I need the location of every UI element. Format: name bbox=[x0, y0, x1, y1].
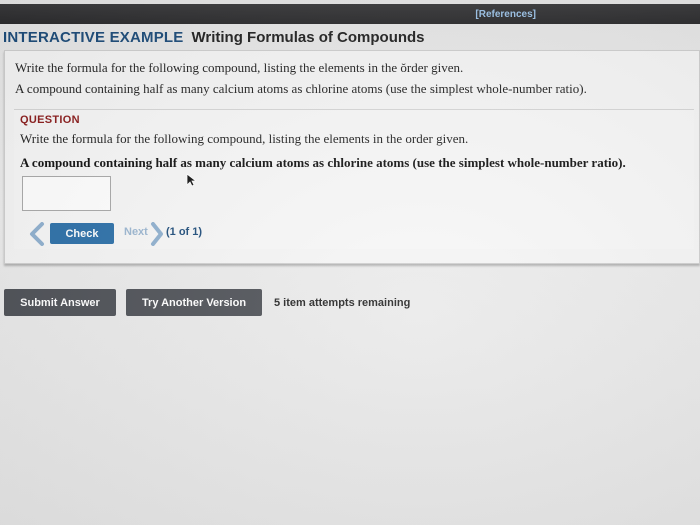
check-button[interactable]: Check bbox=[50, 223, 114, 244]
next-arrow-icon[interactable] bbox=[150, 222, 164, 246]
next-link[interactable]: Next bbox=[124, 226, 148, 238]
previous-arrow-icon[interactable] bbox=[28, 222, 46, 246]
question-panel: QUESTION Write the formula for the follo… bbox=[14, 109, 694, 249]
submit-answer-button[interactable]: Submit Answer bbox=[4, 289, 116, 316]
step-counter: (1 of 1) bbox=[166, 226, 203, 238]
page-title: INTERACTIVE EXAMPLE Writing Formulas of … bbox=[3, 26, 425, 48]
question-text: Write the formula for the following comp… bbox=[20, 131, 469, 146]
title-text: Writing Formulas of Compounds bbox=[191, 28, 425, 46]
intro-compound: A compound containing half as many calci… bbox=[15, 81, 587, 96]
title-prefix: INTERACTIVE EXAMPLE bbox=[3, 28, 184, 46]
attempts-remaining: 5 item attempts remaining bbox=[274, 297, 411, 309]
try-another-version-button[interactable]: Try Another Version bbox=[126, 289, 262, 316]
question-compound-text: A compound containing half as many calci… bbox=[20, 155, 626, 170]
mouse-cursor-icon bbox=[186, 173, 198, 187]
top-bar: [References] bbox=[0, 4, 700, 24]
intro-instruction: Write the formula for the following comp… bbox=[15, 60, 464, 75]
references-link[interactable]: [References] bbox=[471, 7, 540, 22]
example-card: Write the formula for the following comp… bbox=[4, 50, 700, 264]
question-label: QUESTION bbox=[20, 114, 80, 126]
answer-field[interactable] bbox=[22, 176, 111, 211]
